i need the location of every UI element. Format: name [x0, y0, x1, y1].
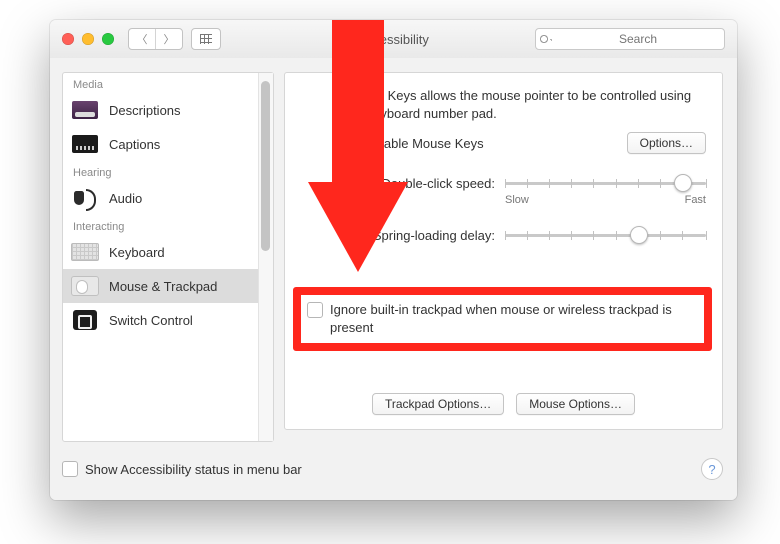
mouse-keys-options-button[interactable]: Options… — [627, 132, 706, 154]
sidebar-item-label: Keyboard — [109, 245, 165, 260]
group-hearing: Hearing — [63, 161, 259, 181]
group-interacting: Interacting — [63, 215, 259, 235]
sidebar-item-truncated[interactable] — [63, 337, 259, 357]
double-click-max: Fast — [685, 194, 706, 206]
forward-button[interactable]: 〉 — [155, 29, 182, 49]
trackpad-options-button[interactable]: Trackpad Options… — [372, 393, 504, 415]
grid-icon — [200, 34, 212, 44]
nav-segmented: 〈 〉 — [128, 28, 183, 50]
sidebar: Media Descriptions Captions Hearing Audi… — [62, 72, 274, 442]
switch-control-icon — [73, 310, 97, 330]
captions-icon — [72, 135, 98, 153]
double-click-thumb[interactable] — [674, 174, 692, 192]
mouse-options-button[interactable]: Mouse Options… — [516, 393, 635, 415]
close-button[interactable] — [62, 33, 74, 45]
enable-mouse-keys-checkbox[interactable] — [345, 135, 361, 151]
sidebar-item-label: Captions — [109, 137, 160, 152]
sidebar-item-label: Descriptions — [109, 103, 181, 118]
search-input[interactable] — [535, 28, 725, 50]
ignore-trackpad-checkbox[interactable] — [307, 302, 323, 318]
double-click-min: Slow — [505, 194, 529, 206]
mouse-keys-description: Mouse Keys allows the mouse pointer to b… — [345, 87, 706, 122]
settings-pane: Mouse Keys allows the mouse pointer to b… — [284, 72, 723, 430]
show-all-button[interactable] — [191, 28, 221, 50]
keyboard-icon — [71, 243, 99, 261]
double-click-label: Double-click speed: — [345, 176, 505, 191]
audio-icon — [74, 187, 96, 209]
minimize-button[interactable] — [82, 33, 94, 45]
titlebar: 〈 〉 Accessibility — [50, 20, 737, 59]
footer: Show Accessibility status in menu bar ? — [62, 458, 723, 480]
menubar-status-checkbox[interactable] — [62, 461, 78, 477]
window-body: Media Descriptions Captions Hearing Audi… — [50, 58, 737, 500]
mouse-trackpad-icon — [71, 276, 99, 296]
sidebar-item-descriptions[interactable]: Descriptions — [63, 93, 259, 127]
spring-loading-label: Spring-loading delay: — [345, 228, 505, 243]
spring-loading-slider[interactable] — [505, 226, 706, 244]
window-controls — [50, 33, 114, 45]
descriptions-icon — [72, 101, 98, 119]
sidebar-item-keyboard[interactable]: Keyboard — [63, 235, 259, 269]
enable-mouse-keys-label: Enable Mouse Keys — [368, 136, 484, 151]
sidebar-item-label: Switch Control — [109, 313, 193, 328]
spring-loading-thumb[interactable] — [630, 226, 648, 244]
sidebar-scrollbar[interactable] — [258, 73, 273, 441]
group-media: Media — [63, 73, 259, 93]
sidebar-item-label: Audio — [109, 191, 142, 206]
back-button[interactable]: 〈 — [129, 29, 155, 49]
sidebar-item-mouse-trackpad[interactable]: Mouse & Trackpad — [63, 269, 259, 303]
preferences-window: 〈 〉 Accessibility Media Descriptions Cap… — [50, 20, 737, 500]
sidebar-item-switch-control[interactable]: Switch Control — [63, 303, 259, 337]
sidebar-item-label: Mouse & Trackpad — [109, 279, 217, 294]
sidebar-item-audio[interactable]: Audio — [63, 181, 259, 215]
scrollbar-thumb[interactable] — [261, 81, 270, 251]
double-click-slider[interactable] — [505, 174, 706, 192]
sidebar-item-captions[interactable]: Captions — [63, 127, 259, 161]
help-button[interactable]: ? — [701, 458, 723, 480]
zoom-button[interactable] — [102, 33, 114, 45]
menubar-status-label: Show Accessibility status in menu bar — [85, 462, 302, 477]
ignore-trackpad-label: Ignore built-in trackpad when mouse or w… — [330, 301, 698, 336]
